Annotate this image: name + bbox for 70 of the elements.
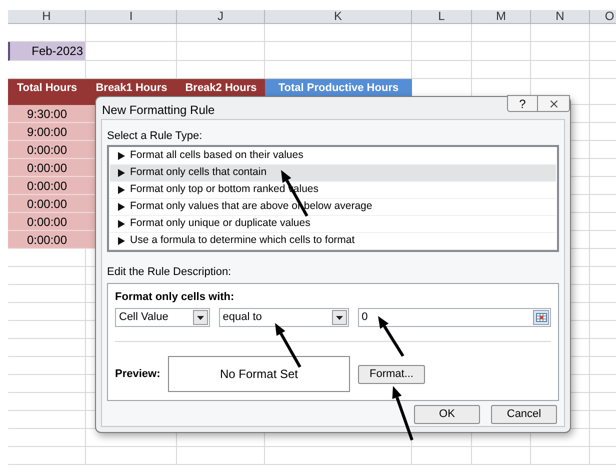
date-cell: Feb-2023 bbox=[8, 42, 86, 61]
table-cell bbox=[86, 105, 95, 123]
dialog-button[interactable]: OK bbox=[414, 405, 480, 424]
rule-type-item[interactable]: Format only unique or duplicate values bbox=[110, 216, 556, 233]
section-label: Edit the Rule Description: bbox=[107, 265, 232, 279]
empty-cell bbox=[412, 24, 472, 42]
arrow bbox=[378, 316, 404, 357]
arrow bbox=[275, 323, 302, 368]
empty-cell bbox=[472, 42, 531, 61]
header-cell: Total Hours bbox=[8, 79, 86, 105]
table-cell: 0:00:00 bbox=[8, 141, 86, 159]
column-header[interactable]: M bbox=[472, 10, 531, 24]
column-header[interactable]: N bbox=[531, 10, 590, 24]
empty-cell bbox=[472, 24, 531, 42]
table-cell: 9:00:00 bbox=[8, 123, 86, 141]
column-header[interactable]: I bbox=[86, 10, 177, 24]
column-header[interactable]: H bbox=[8, 10, 86, 24]
preview-box: No Format Set bbox=[168, 356, 350, 392]
column-header[interactable]: L bbox=[412, 10, 472, 24]
grid-icon bbox=[536, 313, 546, 322]
range-picker-button[interactable] bbox=[533, 310, 549, 325]
column-header[interactable]: J bbox=[177, 10, 265, 24]
table-cell bbox=[86, 123, 95, 141]
rule-type-item[interactable]: Use a formula to determine which cells to format bbox=[110, 233, 556, 250]
condition-label: Format only cells with: bbox=[115, 291, 236, 304]
rule-type-item[interactable]: Format all cells based on their values bbox=[110, 148, 556, 165]
triangle-icon bbox=[118, 237, 125, 245]
column-header[interactable]: K bbox=[265, 10, 412, 24]
table-cell: 0:00:00 bbox=[8, 231, 86, 249]
table-cell bbox=[86, 141, 95, 159]
format-button[interactable]: Format... bbox=[358, 364, 425, 384]
table-cell bbox=[86, 231, 95, 249]
table-cell: 0:00:00 bbox=[8, 159, 86, 177]
triangle-icon bbox=[118, 220, 125, 228]
rule-type-item[interactable]: Format only cells that contain bbox=[110, 165, 556, 182]
section-label: Select a Rule Type: bbox=[107, 129, 204, 143]
empty-cell bbox=[531, 24, 590, 42]
table-cell: 9:30:00 bbox=[8, 105, 86, 123]
column-header[interactable]: O bbox=[590, 10, 616, 24]
empty-cell bbox=[412, 42, 472, 61]
operator-select[interactable]: equal to bbox=[218, 308, 349, 327]
dropdown-button[interactable] bbox=[332, 310, 347, 325]
empty-cell bbox=[531, 61, 590, 79]
table-cell: 0:00:00 bbox=[8, 177, 86, 195]
caret-icon bbox=[196, 316, 204, 320]
help-button[interactable]: ? bbox=[507, 95, 538, 112]
arrow bbox=[392, 386, 414, 440]
table-cell bbox=[86, 159, 95, 177]
preview-label: Preview: bbox=[115, 366, 162, 382]
dropdown-button[interactable] bbox=[192, 310, 208, 325]
table-cell bbox=[86, 195, 95, 213]
table-cell bbox=[86, 177, 95, 195]
empty-cell bbox=[531, 447, 590, 465]
empty-cell bbox=[412, 447, 472, 465]
triangle-icon bbox=[118, 169, 125, 177]
empty-cell bbox=[531, 42, 590, 61]
caret-icon bbox=[336, 316, 343, 320]
table-cell: 0:00:00 bbox=[8, 195, 86, 213]
window-title: New Formatting Rule bbox=[102, 102, 215, 119]
triangle-icon bbox=[118, 152, 125, 160]
empty-cell bbox=[472, 447, 531, 465]
value-field[interactable]: 0 bbox=[358, 308, 551, 327]
table-cell: 0:00:00 bbox=[8, 213, 86, 231]
triangle-icon bbox=[118, 186, 125, 194]
close-icon bbox=[548, 98, 560, 110]
close-button[interactable] bbox=[538, 95, 570, 112]
triangle-icon bbox=[118, 203, 125, 211]
subject-select[interactable]: Cell Value bbox=[115, 308, 210, 327]
table-cell bbox=[86, 213, 95, 231]
dialog-button[interactable]: Cancel bbox=[491, 405, 557, 424]
